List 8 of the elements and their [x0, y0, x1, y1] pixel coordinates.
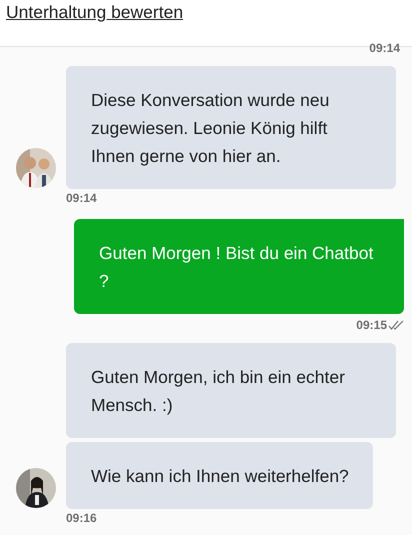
- message-bubble: Diese Konversation wurde neu zugewiesen. Leonie König hilft Ihnen gerne von hier an.: [66, 66, 396, 189]
- timestamp: 09:14: [66, 191, 98, 205]
- rate-conversation-link[interactable]: Unterhaltung bewerten: [6, 2, 184, 22]
- timestamp: 09:16: [66, 511, 98, 525]
- message-bubble: Wie kann ich Ihnen weiterhelfen?: [66, 442, 373, 509]
- message-bubble: Guten Morgen, ich bin ein echter Mensch. :): [66, 343, 396, 438]
- timestamp: 09:15: [356, 318, 387, 332]
- message-bubble: Guten Morgen ! Bist du ein Chatbot ?: [74, 219, 404, 314]
